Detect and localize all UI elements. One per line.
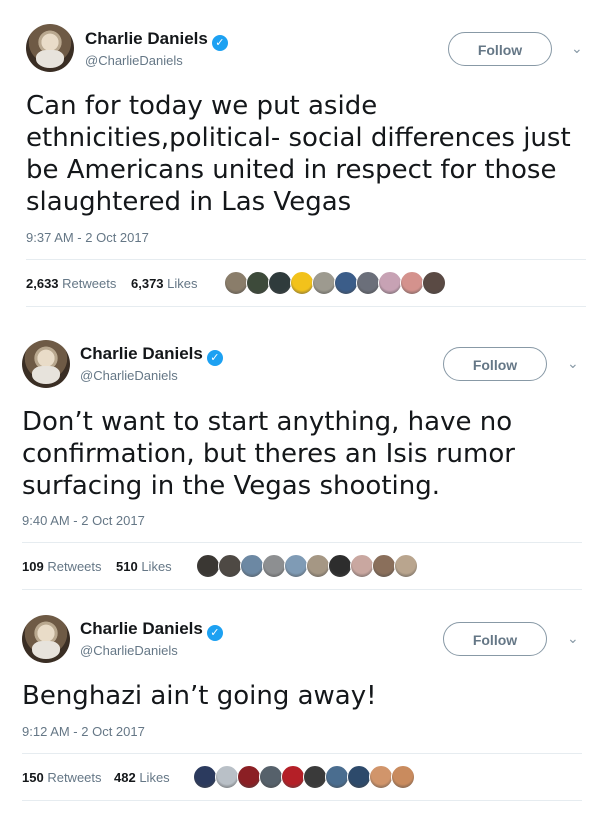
liker-avatar[interactable] (325, 765, 349, 789)
display-name-text[interactable]: Charlie Daniels (85, 29, 208, 48)
like-count[interactable]: 482 Likes (114, 770, 170, 785)
liker-avatar[interactable] (328, 554, 352, 578)
liker-avatars (196, 554, 418, 580)
divider (26, 259, 586, 260)
timestamp[interactable]: 9:12 AM - 2 Oct 2017 (22, 724, 145, 739)
liker-avatar[interactable] (224, 271, 248, 295)
liker-avatar[interactable] (391, 765, 415, 789)
divider (22, 753, 582, 754)
verified-badge-icon: ✓ (211, 35, 228, 51)
liker-avatar[interactable] (372, 554, 396, 578)
liker-avatars (193, 765, 415, 791)
follow-button[interactable]: Follow (443, 347, 547, 381)
display-name-text[interactable]: Charlie Daniels (80, 619, 203, 638)
retweet-label: Retweets (62, 276, 117, 291)
tweet-text: Benghazi ain’t going away! (22, 681, 377, 711)
follow-button[interactable]: Follow (443, 622, 547, 656)
handle[interactable]: @CharlieDaniels (85, 53, 183, 68)
timestamp[interactable]: 9:37 AM - 2 Oct 2017 (26, 230, 149, 245)
liker-avatar[interactable] (196, 554, 220, 578)
like-count[interactable]: 510 Likes (116, 559, 172, 574)
liker-avatar[interactable] (400, 271, 424, 295)
liker-avatar[interactable] (290, 271, 314, 295)
liker-avatar[interactable] (268, 271, 292, 295)
chevron-down-icon[interactable]: ⌄ (567, 630, 579, 647)
timestamp[interactable]: 9:40 AM - 2 Oct 2017 (22, 513, 145, 528)
liker-avatar[interactable] (369, 765, 393, 789)
liker-avatar[interactable] (259, 765, 283, 789)
handle[interactable]: @CharlieDaniels (80, 643, 178, 658)
retweet-label: Retweets (47, 770, 102, 785)
liker-avatar[interactable] (303, 765, 327, 789)
divider (22, 542, 582, 543)
avatar[interactable] (22, 615, 70, 663)
follow-button[interactable]: Follow (448, 32, 552, 66)
liker-avatar[interactable] (350, 554, 374, 578)
liker-avatar[interactable] (237, 765, 261, 789)
tweet-text: Can for today we put aside ethnicities,p… (26, 91, 571, 217)
chevron-down-icon[interactable]: ⌄ (567, 355, 579, 372)
like-label: Likes (141, 559, 172, 574)
display-name[interactable]: Charlie Daniels ✓ (80, 619, 223, 641)
liker-avatar[interactable] (347, 765, 371, 789)
display-name[interactable]: Charlie Daniels ✓ (80, 344, 223, 366)
liker-avatar[interactable] (246, 271, 270, 295)
avatar[interactable] (22, 340, 70, 388)
chevron-down-icon[interactable]: ⌄ (571, 40, 583, 57)
liker-avatar[interactable] (334, 271, 358, 295)
retweet-count[interactable]: 150 Retweets (22, 770, 102, 785)
liker-avatar[interactable] (356, 271, 380, 295)
retweet-number: 2,633 (26, 276, 59, 291)
display-name-text[interactable]: Charlie Daniels (80, 344, 203, 363)
like-label: Likes (167, 276, 198, 291)
liker-avatar[interactable] (215, 765, 239, 789)
like-label: Likes (139, 770, 170, 785)
tweet-text: Don’t want to start anything, have no co… (22, 407, 515, 501)
liker-avatar[interactable] (240, 554, 264, 578)
verified-badge-icon: ✓ (206, 350, 223, 366)
liker-avatar[interactable] (262, 554, 286, 578)
liker-avatars (224, 271, 446, 297)
divider (22, 800, 582, 801)
liker-avatar[interactable] (306, 554, 330, 578)
like-number: 510 (116, 559, 138, 574)
avatar[interactable] (26, 24, 74, 72)
retweet-label: Retweets (47, 559, 102, 574)
liker-avatar[interactable] (284, 554, 308, 578)
retweet-number: 150 (22, 770, 44, 785)
liker-avatar[interactable] (281, 765, 305, 789)
retweet-count[interactable]: 2,633 Retweets (26, 276, 116, 291)
retweet-number: 109 (22, 559, 44, 574)
like-count[interactable]: 6,373 Likes (131, 276, 198, 291)
display-name[interactable]: Charlie Daniels ✓ (85, 29, 228, 51)
like-number: 6,373 (131, 276, 164, 291)
retweet-count[interactable]: 109 Retweets (22, 559, 102, 574)
verified-badge-icon: ✓ (206, 625, 223, 641)
liker-avatar[interactable] (218, 554, 242, 578)
liker-avatar[interactable] (422, 271, 446, 295)
handle[interactable]: @CharlieDaniels (80, 368, 178, 383)
liker-avatar[interactable] (312, 271, 336, 295)
divider (22, 589, 582, 590)
divider (26, 306, 586, 307)
liker-avatar[interactable] (193, 765, 217, 789)
liker-avatar[interactable] (378, 271, 402, 295)
liker-avatar[interactable] (394, 554, 418, 578)
like-number: 482 (114, 770, 136, 785)
